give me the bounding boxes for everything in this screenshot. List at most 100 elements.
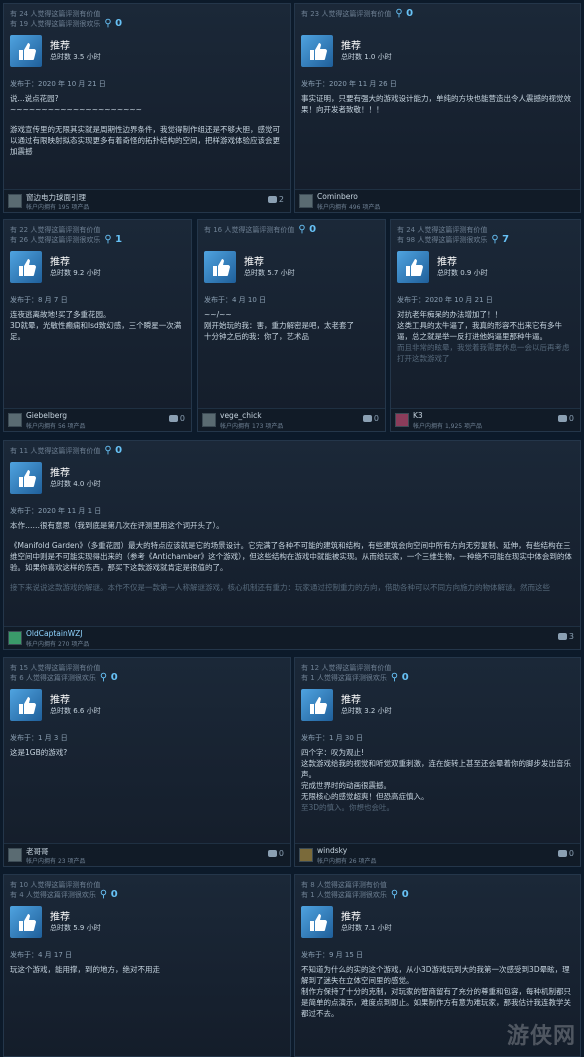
review-card: 有 10 人觉得这篇评测有价值 有 4 人觉得这篇评测很欢乐 ⚲ 0 推荐 总时数… (3, 874, 291, 1057)
posted-date: 发布于：2020 年 11 月 26 日 (301, 80, 397, 88)
avatar[interactable] (8, 194, 22, 208)
products-owned: 帐户内拥有 195 项产品 (26, 204, 90, 211)
author-name[interactable]: OldCaptainWZJ (26, 629, 82, 638)
award-icon: ⚲ (390, 889, 399, 900)
award-badge[interactable]: ⚲ 0 (391, 889, 409, 900)
helpful-count: 有 24 人觉得这篇评测有价值 (10, 10, 101, 18)
review-body: 事实证明，只要有强大的游戏设计能力，单纯的方块也能营造出令人震撼的视觉效果！向开… (301, 94, 571, 114)
award-icon: ⚲ (104, 234, 112, 245)
recommended-label[interactable]: 推荐 (50, 908, 70, 923)
author-name[interactable]: vege_chick (220, 411, 262, 420)
posted-date: 发布于：2020 年 11 月 1 日 (10, 507, 102, 515)
recommended-label[interactable]: 推荐 (437, 253, 457, 268)
avatar[interactable] (8, 631, 22, 645)
recommended-label[interactable]: 推荐 (341, 37, 361, 52)
award-badge[interactable]: ⚲ 7 (491, 234, 509, 245)
review-body: 这是1GB的游戏? (10, 748, 68, 757)
author-name[interactable]: Giebelberg (26, 411, 67, 420)
comments-button[interactable]: 0 (557, 849, 574, 858)
playtime: 总时数 3.5 小时 (50, 53, 101, 61)
review-body: ~~/~~ 刚开始玩的我：害，重力解密是吧，太老套了 十分钟之后的我：你了，艺术… (204, 310, 354, 341)
products-owned: 帐户内拥有 56 项产品 (26, 423, 86, 430)
comments-button[interactable]: 0 (362, 414, 379, 423)
award-icon: ⚲ (390, 672, 399, 683)
review-card: 有 12 人觉得这篇评测有价值 有 1 人觉得这篇评测很欢乐 ⚲ 0 推荐 总时数… (294, 657, 581, 867)
award-badge[interactable]: ⚲ 0 (104, 445, 122, 456)
award-badge[interactable]: ⚲ 0 (100, 889, 118, 900)
funny-count: 有 98 人觉得这篇评测很欢乐 ⚲ 7 (397, 234, 510, 245)
recommendation: 推荐 总时数 3.5 小时 (4, 35, 290, 77)
review-footer: K3 帐户内拥有 1,925 项产品 0 (391, 408, 580, 431)
playtime: 总时数 7.1 小时 (341, 924, 392, 932)
funny-count: 有 1 人觉得这篇评测很欢乐 ⚲ 0 (301, 889, 409, 900)
review-footer: windsky 帐户内拥有 26 项产品 0 (295, 843, 580, 866)
review-card: 有 23 人觉得这篇评测有价值 ⚲ 0 推荐 总时数 1.0 小时 发布于：202… (294, 3, 581, 213)
comments-button[interactable]: 3 (557, 632, 574, 641)
posted-date: 发布于：1 月 3 日 (10, 734, 68, 742)
review-footer: 老哥哥 帐户内拥有 23 项产品 0 (4, 843, 290, 866)
recommended-label[interactable]: 推荐 (50, 464, 70, 479)
review-card: 有 22 人觉得这篇评测有价值 有 26 人觉得这篇评测很欢乐 ⚲ 1 推荐 总时… (3, 219, 192, 432)
posted-date: 发布于：8 月 7 日 (10, 296, 68, 304)
playtime: 总时数 9.2 小时 (50, 269, 101, 277)
recommended-label[interactable]: 推荐 (341, 691, 361, 706)
comment-icon (362, 415, 372, 422)
helpful-count: 有 16 人觉得这篇评测有价值 ⚲ 0 (204, 224, 317, 235)
award-badge[interactable]: ⚲ 0 (298, 224, 316, 235)
award-badge[interactable]: ⚲ 0 (391, 672, 409, 683)
playtime: 总时数 4.0 小时 (50, 480, 101, 488)
review-card: 有 15 人觉得这篇评测有价值 有 6 人觉得这篇评测很欢乐 ⚲ 0 推荐 总时数… (3, 657, 291, 867)
avatar[interactable] (299, 848, 313, 862)
funny-count: 有 1 人觉得这篇评测很欢乐 ⚲ 0 (301, 672, 409, 683)
author-name[interactable]: Cominbero (317, 192, 358, 201)
review-body: 说...说点花园? ~~~~~~~~~~~~~~~~~~~~~ 游戏宣传里的无限… (10, 94, 280, 156)
recommended-label[interactable]: 推荐 (341, 908, 361, 923)
recommended-label[interactable]: 推荐 (244, 253, 264, 268)
recommendation: 推荐 总时数 3.2 小时 (295, 689, 580, 731)
funny-count: 有 19 人觉得这篇评测很欢乐 ⚲ 0 (10, 18, 123, 29)
thumbs-up-icon (397, 251, 429, 283)
comments-button[interactable]: 0 (267, 849, 284, 858)
avatar[interactable] (8, 848, 22, 862)
award-badge[interactable]: ⚲ 0 (104, 18, 122, 29)
posted-date: 发布于：4 月 17 日 (10, 951, 73, 959)
thumbs-up-icon (301, 906, 333, 938)
comment-icon (557, 850, 567, 857)
comments-button[interactable]: 0 (557, 414, 574, 423)
award-badge[interactable]: ⚲ 1 (104, 234, 122, 245)
author-name[interactable]: windsky (317, 846, 347, 855)
review-footer: vege_chick 帐户内拥有 173 项产品 0 (198, 408, 385, 431)
comments-button[interactable]: 0 (168, 414, 185, 423)
avatar[interactable] (299, 194, 313, 208)
products-owned: 帐户内拥有 496 项产品 (317, 204, 381, 211)
recommended-label[interactable]: 推荐 (50, 691, 70, 706)
award-icon: ⚲ (491, 234, 499, 245)
posted-date: 发布于：9 月 15 日 (301, 951, 364, 959)
award-icon: ⚲ (99, 889, 108, 900)
comment-icon (557, 415, 567, 422)
comment-icon (267, 196, 277, 203)
avatar[interactable] (8, 413, 22, 427)
comments-button[interactable]: 2 (267, 195, 284, 204)
review-card: 有 11 人觉得这篇评测有价值 ⚲ 0 推荐 总时数 4.0 小时 发布于：202… (3, 440, 581, 650)
recommendation: 推荐 总时数 6.6 小时 (4, 689, 290, 731)
funny-count: 有 6 人觉得这篇评测很欢乐 ⚲ 0 (10, 672, 118, 683)
helpful-count: 有 10 人觉得这篇评测有价值 (10, 881, 101, 889)
playtime: 总时数 6.6 小时 (50, 707, 101, 715)
helpful-count: 有 22 人觉得这篇评测有价值 (10, 226, 101, 234)
award-badge[interactable]: ⚲ 0 (395, 8, 413, 19)
recommended-label[interactable]: 推荐 (50, 37, 70, 52)
avatar[interactable] (202, 413, 216, 427)
avatar[interactable] (395, 413, 409, 427)
review-card: 有 8 人觉得这篇评测有价值 有 1 人觉得这篇评测很欢乐 ⚲ 0 推荐 总时数 … (294, 874, 581, 1057)
posted-date: 发布于：1 月 30 日 (301, 734, 364, 742)
playtime: 总时数 5.9 小时 (50, 924, 101, 932)
award-badge[interactable]: ⚲ 0 (100, 672, 118, 683)
author-name[interactable]: K3 (413, 411, 423, 420)
comment-icon (168, 415, 178, 422)
recommendation: 推荐 总时数 7.1 小时 (295, 906, 580, 948)
recommended-label[interactable]: 推荐 (50, 253, 70, 268)
helpful-count: 有 23 人觉得这篇评测有价值 ⚲ 0 (301, 8, 414, 19)
playtime: 总时数 0.9 小时 (437, 269, 488, 277)
award-icon: ⚲ (99, 672, 108, 683)
